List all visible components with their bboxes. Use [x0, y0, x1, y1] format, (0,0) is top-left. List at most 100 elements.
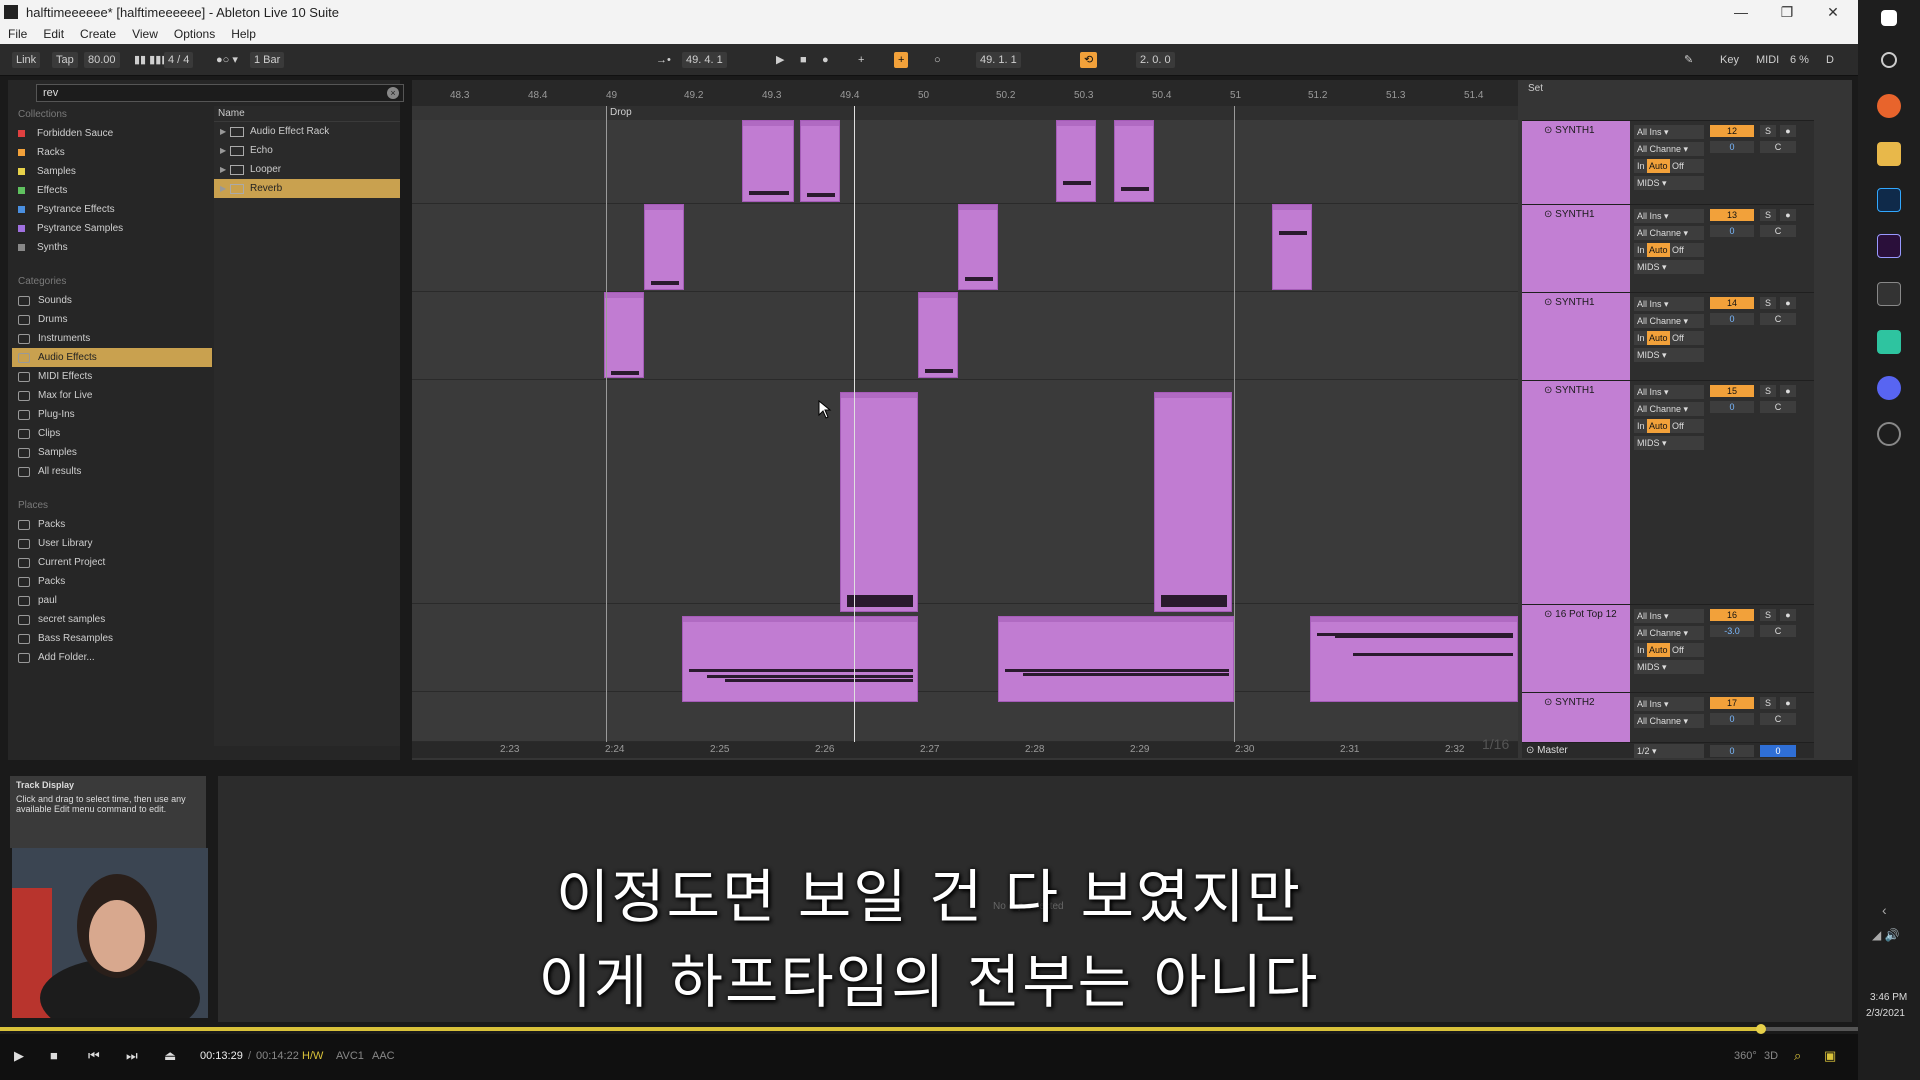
- firefox-icon[interactable]: [1877, 94, 1901, 118]
- arm-button[interactable]: ●: [1780, 209, 1796, 221]
- clear-search-icon[interactable]: ×: [387, 87, 399, 99]
- ableton-live-icon[interactable]: [1877, 282, 1901, 306]
- input-channel-select[interactable]: All Channe ▾: [1634, 142, 1704, 156]
- arm-button[interactable]: ●: [1780, 697, 1796, 709]
- file-explorer-icon[interactable]: [1877, 142, 1901, 166]
- restore-button[interactable]: ❐: [1764, 0, 1810, 24]
- menu-create[interactable]: Create: [72, 27, 124, 41]
- progress-handle[interactable]: [1756, 1024, 1767, 1034]
- track-pan[interactable]: C: [1760, 713, 1796, 725]
- monitor-in-button[interactable]: In: [1637, 421, 1647, 431]
- monitor-in-button[interactable]: In: [1637, 645, 1647, 655]
- category-item[interactable]: Clips: [12, 424, 212, 443]
- input-type-select[interactable]: All Ins ▾: [1634, 125, 1704, 139]
- midi-clip[interactable]: [918, 292, 958, 378]
- menu-file[interactable]: File: [0, 27, 35, 41]
- monitor-auto-button[interactable]: Auto: [1647, 643, 1670, 657]
- category-item[interactable]: MIDI Effects: [12, 367, 212, 386]
- midi-clip[interactable]: [604, 292, 644, 378]
- expand-arrow-icon[interactable]: ▶: [220, 160, 230, 179]
- time-ruler[interactable]: 2:23 2:24 2:25 2:26 2:27 2:28 2:29 2:30 2:31 2:32: [412, 742, 1518, 758]
- track-pan[interactable]: C: [1760, 401, 1796, 413]
- track-activator[interactable]: 15: [1710, 385, 1754, 397]
- master-pan[interactable]: 0: [1760, 745, 1796, 757]
- tap-button[interactable]: Tap: [52, 52, 78, 68]
- browser-search-input[interactable]: rev ×: [36, 84, 404, 102]
- input-channel-select[interactable]: All Channe ▾: [1634, 626, 1704, 640]
- overdub-icon[interactable]: +: [854, 52, 868, 68]
- input-type-select[interactable]: All Ins ▾: [1634, 297, 1704, 311]
- track-volume[interactable]: 0: [1710, 225, 1754, 237]
- clip-header[interactable]: [1155, 393, 1231, 398]
- midi-clip[interactable]: [800, 120, 840, 202]
- place-item[interactable]: Packs: [12, 515, 212, 534]
- beat-ruler[interactable]: 48.3 48.4 49 49.2 49.3 49.4 50 50.2 50.3 50.4 51 51…: [412, 80, 1518, 106]
- video-progress-bar[interactable]: [0, 1024, 1858, 1034]
- menu-view[interactable]: View: [124, 27, 166, 41]
- master-track-header[interactable]: ⊙ Master 1/2 ▾ 0 0: [1522, 742, 1814, 758]
- input-channel-select[interactable]: All Channe ▾: [1634, 402, 1704, 416]
- monitor-auto-button[interactable]: Auto: [1647, 419, 1670, 433]
- clip-header[interactable]: [801, 121, 839, 126]
- midi-map-button[interactable]: MIDI: [1752, 52, 1783, 68]
- collection-item[interactable]: Racks: [12, 143, 212, 162]
- track-activator[interactable]: 17: [1710, 697, 1754, 709]
- midi-clip[interactable]: [840, 392, 918, 612]
- network-volume-icons[interactable]: ◢ 🔊: [1872, 928, 1900, 942]
- midi-clip[interactable]: [644, 204, 684, 290]
- vr-360-button[interactable]: 360°: [1734, 1050, 1757, 1062]
- fullscreen-icon[interactable]: ▣: [1824, 1048, 1836, 1064]
- master-volume[interactable]: 0: [1710, 745, 1754, 757]
- monitor-switch[interactable]: In Auto Off: [1634, 243, 1704, 257]
- collection-item[interactable]: Forbidden Sauce: [12, 124, 212, 143]
- expand-arrow-icon[interactable]: ▶: [220, 122, 230, 141]
- menu-edit[interactable]: Edit: [35, 27, 72, 41]
- key-map-button[interactable]: Key: [1716, 52, 1743, 68]
- clip-header[interactable]: [959, 205, 997, 210]
- track-lane[interactable]: [412, 120, 1518, 204]
- track-header[interactable]: ⊙ SYNTH2 All Ins ▾ All Channe ▾ 17 S ● 0 C: [1522, 692, 1814, 742]
- quantize-select[interactable]: 1 Bar: [250, 52, 285, 68]
- clip-header[interactable]: [645, 205, 683, 210]
- photoshop-icon[interactable]: [1877, 188, 1901, 212]
- track-lane[interactable]: [412, 380, 1518, 604]
- clip-header[interactable]: [1115, 121, 1153, 126]
- result-item[interactable]: ▶ Looper: [214, 160, 400, 179]
- solo-button[interactable]: S: [1760, 697, 1776, 709]
- monitor-switch[interactable]: In Auto Off: [1634, 419, 1704, 433]
- track-pan[interactable]: C: [1760, 225, 1796, 237]
- track-name[interactable]: ⊙ SYNTH1: [1522, 293, 1630, 380]
- chevron-left-icon[interactable]: ‹: [1882, 902, 1887, 918]
- input-type-select[interactable]: All Ins ▾: [1634, 609, 1704, 623]
- clip-header[interactable]: [1273, 205, 1311, 210]
- track-name[interactable]: ⊙ 16 Pot Top 12: [1522, 605, 1630, 692]
- metronome-icon[interactable]: ●○ ▾: [212, 52, 242, 68]
- loop-start-field[interactable]: 49. 1. 1: [976, 52, 1021, 68]
- input-channel-select[interactable]: All Channe ▾: [1634, 714, 1704, 728]
- link-button[interactable]: Link: [12, 52, 41, 68]
- clip-header[interactable]: [999, 617, 1233, 622]
- premiere-icon[interactable]: [1877, 234, 1901, 258]
- midi-clip[interactable]: [1310, 616, 1518, 702]
- track-volume[interactable]: -3.0: [1710, 625, 1754, 637]
- clip-header[interactable]: [1057, 121, 1095, 126]
- monitor-auto-button[interactable]: Auto: [1647, 331, 1670, 345]
- category-item[interactable]: Audio Effects: [12, 348, 212, 367]
- input-type-select[interactable]: All Ins ▾: [1634, 385, 1704, 399]
- track-lane[interactable]: [412, 292, 1518, 380]
- expand-arrow-icon[interactable]: ▶: [220, 179, 230, 198]
- automation-arm-icon[interactable]: +: [894, 52, 909, 68]
- monitor-off-button[interactable]: Off: [1670, 245, 1684, 255]
- discord-icon[interactable]: [1877, 376, 1901, 400]
- clip-header[interactable]: [605, 293, 643, 298]
- track-name[interactable]: ⊙ SYNTH2: [1522, 693, 1630, 742]
- stop-icon[interactable]: ■: [50, 1048, 58, 1063]
- name-column-header[interactable]: Name: [214, 106, 400, 122]
- monitor-off-button[interactable]: Off: [1670, 645, 1684, 655]
- category-item[interactable]: Samples: [12, 443, 212, 462]
- menu-options[interactable]: Options: [166, 27, 223, 41]
- close-button[interactable]: ✕: [1810, 0, 1856, 24]
- clip-header[interactable]: [1311, 617, 1517, 622]
- eject-icon[interactable]: ⏏: [164, 1048, 176, 1064]
- midi-clip[interactable]: [958, 204, 998, 290]
